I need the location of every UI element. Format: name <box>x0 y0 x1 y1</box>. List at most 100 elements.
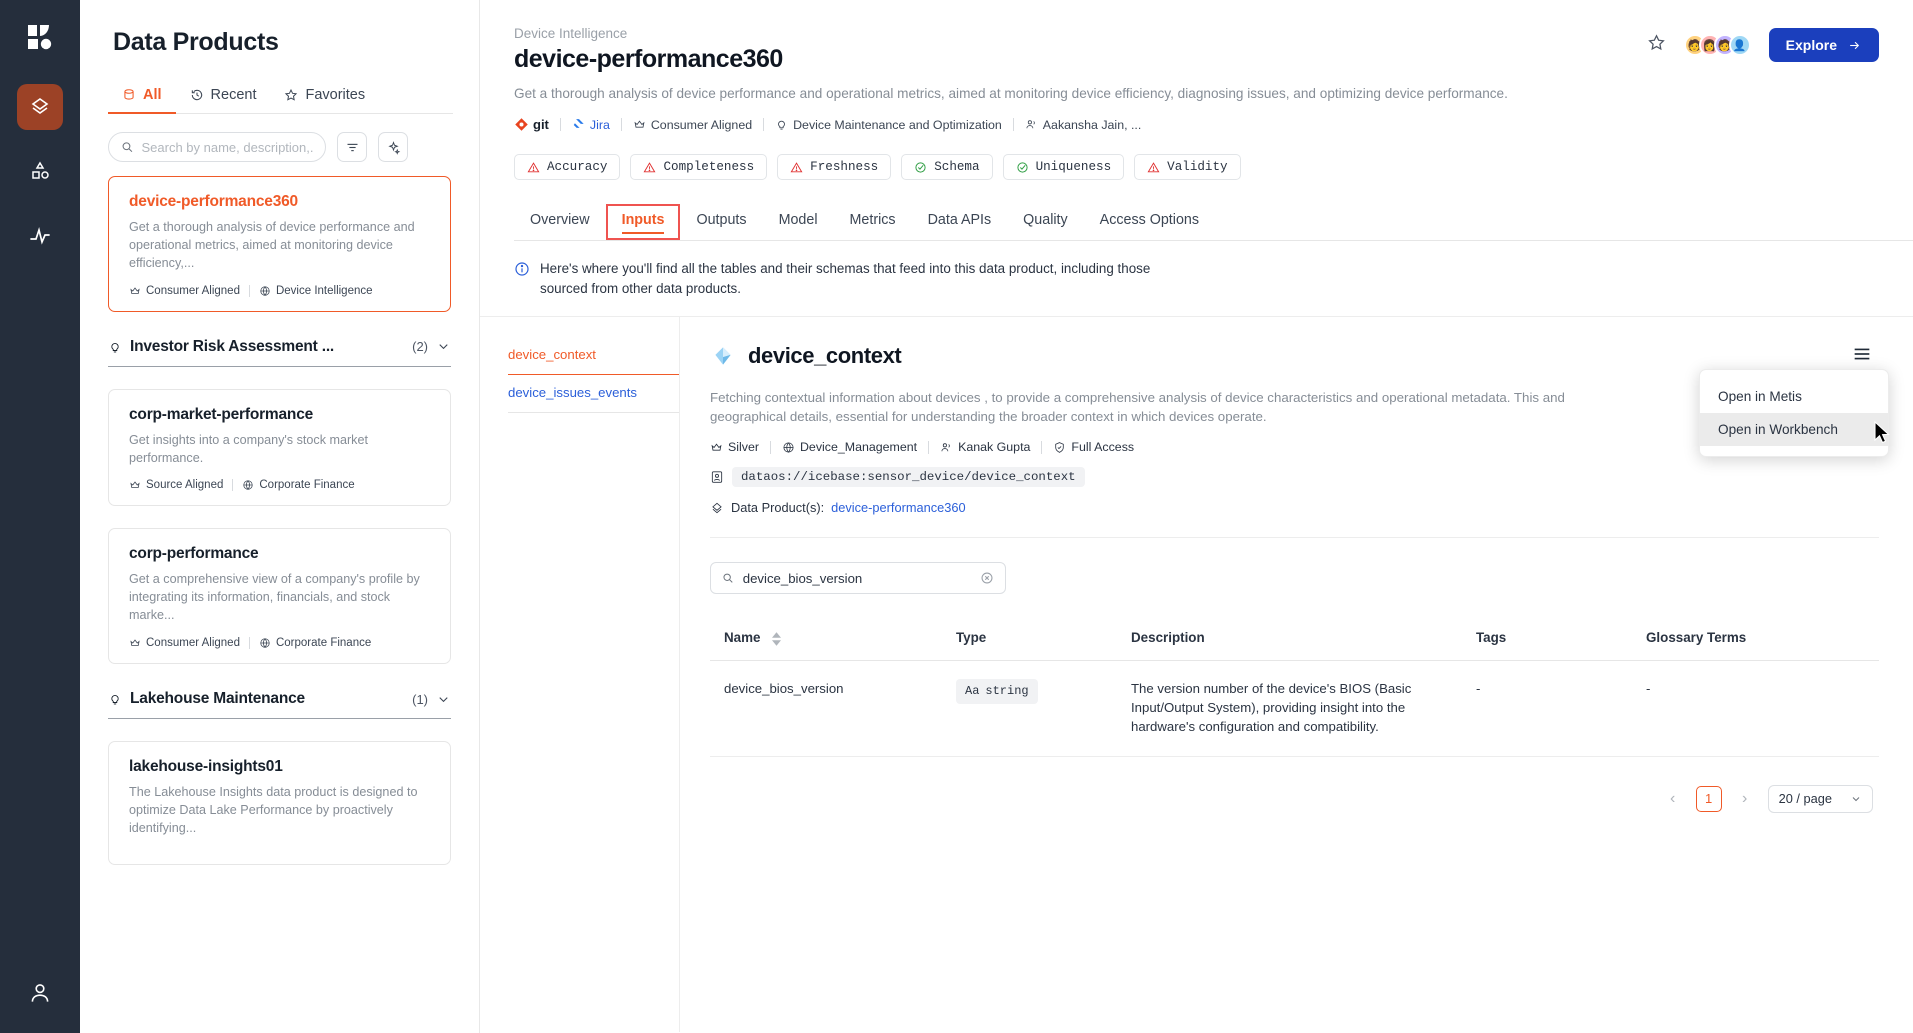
product-card-corp-market-performance[interactable]: corp-market-performance Get insights int… <box>108 388 451 507</box>
sidebar-item-assets[interactable] <box>17 148 63 194</box>
chevron-down-icon[interactable] <box>436 692 451 707</box>
product-card-corp-performance[interactable]: corp-performance Get a comprehensive vie… <box>108 528 451 664</box>
divider <box>1041 440 1043 454</box>
data-product-link[interactable]: device-performance360 <box>831 500 965 515</box>
pagination-page-1[interactable]: 1 <box>1695 785 1722 812</box>
card-alignment-label: Source Aligned <box>146 479 224 492</box>
quality-badge-freshness[interactable]: Freshness <box>777 154 892 181</box>
tab-overview[interactable]: Overview <box>514 204 606 240</box>
card-meta: Consumer Aligned Corporate Finance <box>129 637 430 649</box>
quality-badge-schema[interactable]: Schema <box>901 154 993 181</box>
user-account-icon[interactable] <box>27 980 53 1011</box>
explore-button[interactable]: Explore <box>1768 28 1879 62</box>
cell-tags: - <box>1462 660 1632 757</box>
sidebar-item-activity[interactable] <box>17 212 63 258</box>
input-table-device-context[interactable]: device_context <box>508 337 679 375</box>
clear-icon[interactable] <box>980 571 994 585</box>
card-domain-label: Corporate Finance <box>275 637 372 649</box>
type-label: string <box>985 683 1029 698</box>
card-alignment: Source Aligned <box>129 479 223 491</box>
search-input[interactable] <box>141 139 313 155</box>
tab-metrics[interactable]: Metrics <box>834 204 912 240</box>
check-circle-icon <box>1016 162 1028 173</box>
arrow-right-icon <box>1850 41 1860 49</box>
tab-all-label: All <box>143 87 162 103</box>
tab-outputs[interactable]: Outputs <box>680 204 762 240</box>
quality-badge-completeness[interactable]: Completeness <box>630 154 768 181</box>
table-title: device_context <box>748 343 902 369</box>
group-title: Lakehouse Maintenance <box>130 690 305 707</box>
app-root: Data Products All Recent Favorites Searc… <box>0 0 1913 1033</box>
jira-link[interactable]: Jira <box>572 118 610 132</box>
crown-icon <box>130 639 140 646</box>
product-card-device-performance360[interactable]: device-performance360 Get a thorough ana… <box>108 176 451 312</box>
crown-icon <box>711 443 722 451</box>
tab-access-options[interactable]: Access Options <box>1084 204 1215 240</box>
search-input-wrapper[interactable] <box>108 132 326 162</box>
table-header-row: Name Type Description Tags Glossary Term… <box>710 620 1879 661</box>
smart-filter-button[interactable] <box>378 132 408 162</box>
product-cards: device-performance360 Get a thorough ana… <box>80 162 479 865</box>
tab-favorites[interactable]: Favorites <box>270 79 379 113</box>
quality-label: Validity <box>1167 160 1228 175</box>
column-header-name[interactable]: Name <box>710 620 942 661</box>
data-product-icon <box>712 502 722 513</box>
product-header: Device Intelligence device-performance36… <box>480 0 1913 242</box>
users-icon <box>1026 120 1035 129</box>
globe-icon <box>243 480 253 491</box>
card-alignment-label: Consumer Aligned <box>146 637 240 649</box>
product-card-lakehouse-insights01[interactable]: lakehouse-insights01 The Lakehouse Insig… <box>108 741 451 865</box>
table-tier: Silver <box>710 440 759 454</box>
card-description: Get a comprehensive view of a company's … <box>129 572 420 623</box>
column-header-type: Type <box>942 620 1117 661</box>
list-tabs: All Recent Favorites <box>108 79 453 114</box>
column-search-wrapper[interactable] <box>710 562 1006 595</box>
tab-quality[interactable]: Quality <box>1007 204 1084 240</box>
column-header-tags: Tags <box>1462 620 1632 661</box>
product-owners-label: Aakansha Jain, ... <box>1042 117 1142 132</box>
input-table-device-issues-events[interactable]: device_issues_events <box>508 375 679 413</box>
cell-type: Aa string <box>942 660 1117 757</box>
table-domain-label: Device_Management <box>799 440 918 455</box>
users-icon <box>941 442 950 451</box>
context-menu-item-open-in-metis[interactable]: Open in Metis <box>1700 380 1888 413</box>
group-count: (1) <box>412 691 428 707</box>
tab-recent[interactable]: Recent <box>176 79 271 113</box>
quality-badge-accuracy[interactable]: Accuracy <box>514 154 621 181</box>
quality-badge-validity[interactable]: Validity <box>1134 154 1241 181</box>
sort-icon[interactable] <box>772 631 782 646</box>
card-title: device-performance360 <box>129 193 298 210</box>
column-search-input[interactable] <box>742 570 971 586</box>
list-search-row <box>80 114 479 162</box>
tab-model[interactable]: Model <box>763 204 834 240</box>
tab-inputs[interactable]: Inputs <box>605 204 681 241</box>
pagination-next[interactable]: › <box>1732 786 1758 812</box>
tab-data-apis[interactable]: Data APIs <box>912 204 1008 240</box>
divider <box>559 118 561 132</box>
page-size-select[interactable]: 20 / page <box>1767 784 1873 813</box>
table-uri[interactable]: dataos://icebase:sensor_device/device_co… <box>732 467 1085 488</box>
type-icon-label: Aa <box>965 683 980 698</box>
git-link[interactable]: git <box>514 117 549 132</box>
favorite-star-icon[interactable] <box>1647 33 1666 57</box>
jira-label: Jira <box>589 117 610 132</box>
group-header-lakehouse-maintenance[interactable]: Lakehouse Maintenance (1) <box>108 686 451 719</box>
chevron-down-icon <box>1852 797 1860 802</box>
sparkle-icon <box>387 140 400 155</box>
avatar-group[interactable]: 🧑 👩 🧑 👤 <box>1683 34 1751 56</box>
tab-all[interactable]: All <box>108 79 176 114</box>
sidebar-item-data-products[interactable] <box>17 84 63 130</box>
pagination-prev[interactable]: ‹ <box>1660 786 1686 812</box>
filter-button[interactable] <box>337 132 367 162</box>
product-alignment-label: Consumer Aligned <box>650 117 753 132</box>
chevron-down-icon[interactable] <box>436 339 451 354</box>
group-count: (2) <box>412 339 428 355</box>
info-icon <box>515 262 529 276</box>
table-row[interactable]: device_bios_version Aa string The versio… <box>710 660 1879 757</box>
address-icon <box>711 471 723 483</box>
group-header-investor-risk[interactable]: Investor Risk Assessment ... (2) <box>108 334 451 367</box>
card-domain: Corporate Finance <box>259 637 371 649</box>
context-menu-item-open-in-workbench[interactable]: Open in Workbench <box>1700 412 1888 446</box>
history-icon <box>191 89 202 101</box>
quality-badge-uniqueness[interactable]: Uniqueness <box>1002 154 1125 181</box>
